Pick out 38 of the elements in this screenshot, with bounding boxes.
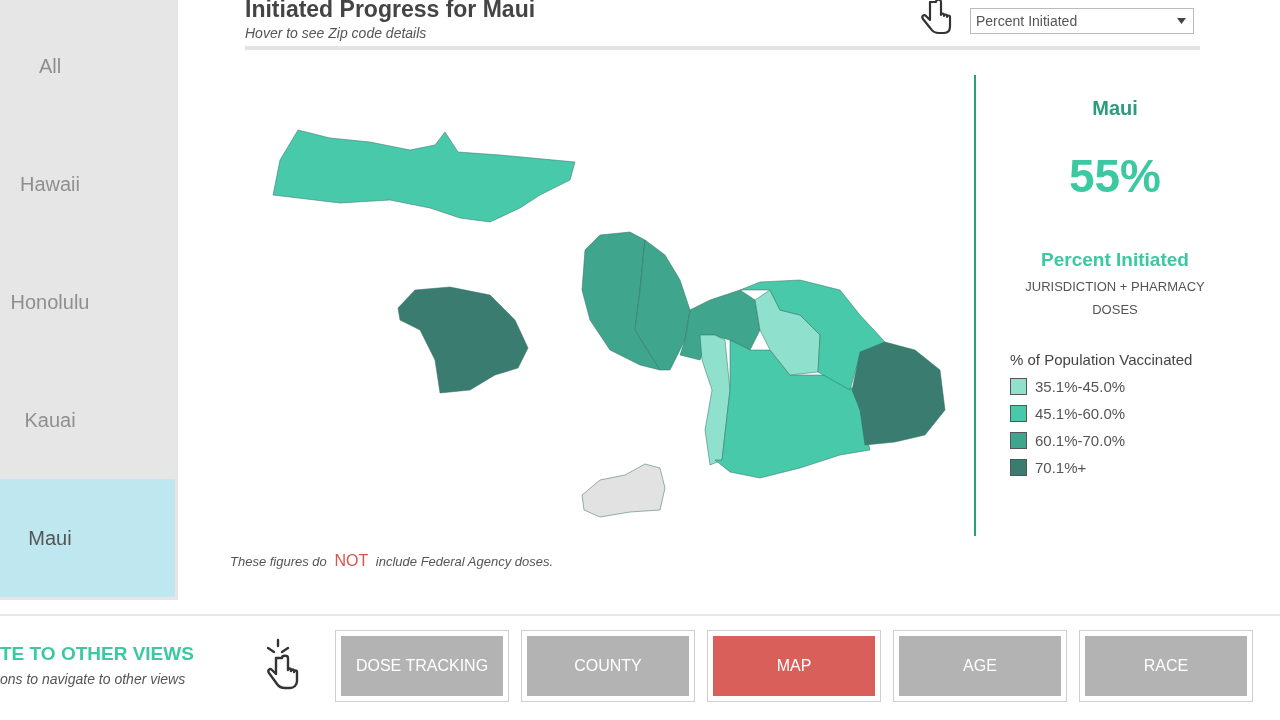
- region-filter-item[interactable]: Honolulu: [0, 243, 175, 361]
- metric-note: JURISDICTION + PHARMACY DOSES: [1024, 277, 1206, 319]
- region-filter-item[interactable]: Hawaii: [0, 125, 175, 243]
- legend-label: 60.1%-70.0%: [1035, 431, 1126, 450]
- legend-label: 70.1%+: [1035, 458, 1087, 477]
- nav-button[interactable]: MAP: [707, 630, 881, 702]
- zip-area-shape[interactable]: [679, 289, 761, 361]
- nav-button[interactable]: DOSE TRACKING: [335, 630, 509, 702]
- legend-title: % of Population Vaccinated: [1010, 349, 1193, 370]
- zip-area-shape[interactable]: [699, 334, 731, 466]
- legend-label: 45.1%-60.0%: [1035, 404, 1126, 423]
- zip-area-shape[interactable]: [714, 339, 871, 479]
- nav-subtitle: ons to navigate to other views: [0, 670, 187, 689]
- zip-area-shape[interactable]: [634, 239, 691, 371]
- progress-dropdown[interactable]: Percent Initiated: [970, 8, 1194, 34]
- zip-area-shape[interactable]: [754, 289, 821, 376]
- zip-area-shape[interactable]: [581, 231, 661, 371]
- zip-area-shape[interactable]: [739, 279, 886, 391]
- pointing-hand-icon: [918, 0, 954, 36]
- region-filter-item[interactable]: All: [0, 7, 175, 125]
- island-shape[interactable]: [272, 129, 576, 223]
- legend-label: 35.1%-45.0%: [1035, 377, 1126, 396]
- nav-button[interactable]: RACE: [1079, 630, 1253, 702]
- nav-title: TE TO OTHER VIEWS: [0, 642, 195, 666]
- region-filter-item[interactable]: Maui: [0, 479, 175, 597]
- caret-icon: [1177, 18, 1186, 24]
- island-shape[interactable]: [581, 463, 666, 518]
- nav-button[interactable]: COUNTY: [521, 630, 695, 702]
- metric-title: Percent Initiated: [1041, 248, 1189, 272]
- percent-value: 55%: [1068, 149, 1162, 204]
- page-subtitle: Hover to see Zip code details: [245, 24, 428, 42]
- nav-button[interactable]: AGE: [893, 630, 1067, 702]
- area-name: Maui: [1092, 96, 1138, 121]
- page-title: Initiated Progress for Maui: [245, 0, 536, 24]
- footnote-text: These figures do NOT include Federal Agency doses.: [230, 551, 555, 571]
- island-shape[interactable]: [397, 286, 529, 394]
- zip-area-shape[interactable]: [851, 341, 946, 446]
- region-filter-item[interactable]: Kauai: [0, 361, 175, 479]
